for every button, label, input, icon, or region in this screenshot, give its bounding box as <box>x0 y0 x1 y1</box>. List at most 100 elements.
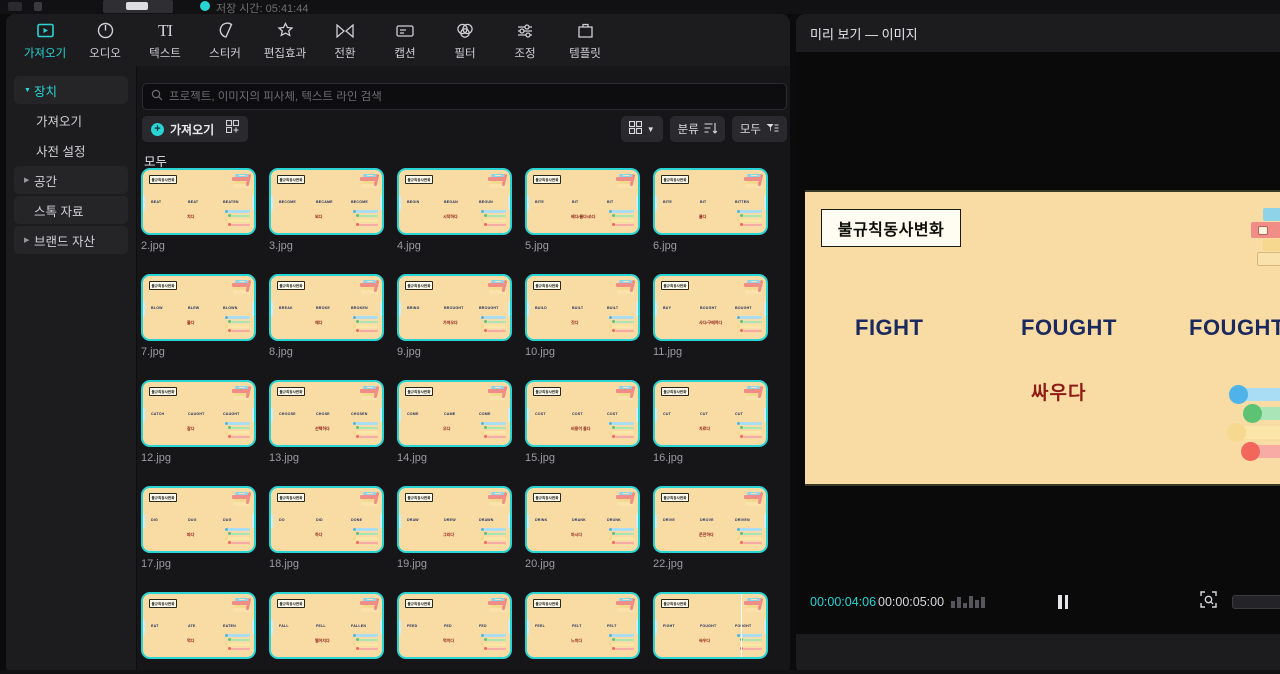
audio-levels-icon[interactable] <box>951 596 985 608</box>
slide-tab-right <box>636 408 638 422</box>
tab-effects[interactable]: 편집효과 <box>256 20 314 61</box>
slide-tab-left <box>399 514 401 528</box>
media-item[interactable]: 불규칙동사변화 FIGHT FOUGHT FOUGHT 싸우다 <box>653 592 772 664</box>
media-thumbnail[interactable]: 불규칙동사변화 CUT CUT CUT 자르다 <box>653 380 768 447</box>
sidebar-item-device[interactable]: ▼ 장치 <box>14 76 128 104</box>
media-item[interactable]: 불규칙동사변화 DRIVE DROVE DRIVEN 운전하다 22.jpg <box>653 486 772 570</box>
media-thumbnail[interactable]: 불규칙동사변화 FALL FELL FALLEN 떨어지다 <box>269 592 384 659</box>
thumb-books-icon <box>356 279 380 294</box>
media-item[interactable]: 불규칙동사변화 BITE BIT BITTEN 물다 6.jpg <box>653 168 772 252</box>
tab-template[interactable]: 템플릿 <box>556 20 614 61</box>
media-thumbnail[interactable]: 불규칙동사변화 COME CAME COME 오다 <box>397 380 512 447</box>
media-item[interactable]: 불규칙동사변화 CHOOSE CHOSE CHOSEN 선택하다 13.jpg <box>269 380 388 464</box>
media-thumbnail[interactable]: 불규칙동사변화 DRIVE DROVE DRIVEN 운전하다 <box>653 486 768 553</box>
preview-stage[interactable]: 불규칙동사변화 FIGHT FOUGHT FOUGHT 싸우다 00:00:04… <box>796 52 1280 634</box>
media-thumbnail[interactable]: 불규칙동사변화 DO DID DONE 하다 <box>269 486 384 553</box>
media-item[interactable]: 불규칙동사변화 BLOW BLEW BLOWN 불다 7.jpg <box>141 274 260 358</box>
media-item[interactable]: 불규칙동사변화 BREAK BROKE BROKEN 깨다 8.jpg <box>269 274 388 358</box>
sidebar-item-presets[interactable]: 사전 설정 <box>14 136 128 164</box>
import-button[interactable]: + 가져오기 <box>142 116 249 142</box>
media-item[interactable]: 불규칙동사변화 CATCH CAUGHT CAUGHT 잡다 12.jpg <box>141 380 260 464</box>
media-item[interactable]: 불규칙동사변화 DIG DUG DUG 파다 17.jpg <box>141 486 260 570</box>
media-item[interactable]: 불규칙동사변화 DRAW DREW DRAWN 그리다 19.jpg <box>397 486 516 570</box>
tab-import[interactable]: 가져오기 <box>16 20 74 61</box>
thumb-color-bars <box>737 315 763 333</box>
media-thumbnail[interactable]: 불규칙동사변화 BLOW BLEW BLOWN 불다 <box>141 274 256 341</box>
thumb-books-icon <box>228 597 252 612</box>
sidebar-item-import[interactable]: 가져오기 <box>14 106 128 134</box>
media-thumbnail[interactable]: 불규칙동사변화 BITE BIT BIT 베다/물다/쏘다 <box>525 168 640 235</box>
media-thumbnail[interactable]: 불규칙동사변화 COST COST COST 비용이 들다 <box>525 380 640 447</box>
thumb-title-box: 불규칙동사변화 <box>277 599 305 608</box>
tab-adjust[interactable]: 조정 <box>496 20 554 61</box>
sidebar-item-space[interactable]: ▶ 공간 <box>14 166 128 194</box>
search-bar[interactable] <box>142 83 787 110</box>
grid-add-icon[interactable] <box>226 119 240 138</box>
media-thumbnail[interactable]: 불규칙동사변화 BUILD BUILT BUILT 짓다 <box>525 274 640 341</box>
media-grid[interactable]: 불규칙동사변화 BEAT BEAT BEATEN 치다 2.jpg 불규칙동사변화 BECOM… <box>141 168 790 674</box>
media-thumbnail[interactable]: 불규칙동사변화 BECOME BECAME BECOME 되다 <box>269 168 384 235</box>
tab-caption[interactable]: 캡션 <box>376 20 434 61</box>
media-item[interactable]: 불규칙동사변화 DO DID DONE 하다 18.jpg <box>269 486 388 570</box>
caret-down-icon: ▼ <box>24 86 31 94</box>
transition-icon <box>336 20 354 42</box>
media-item[interactable]: 불규칙동사변화 COME CAME COME 오다 14.jpg <box>397 380 516 464</box>
media-thumbnail[interactable]: 불규칙동사변화 CHOOSE CHOSE CHOSEN 선택하다 <box>269 380 384 447</box>
media-thumbnail[interactable]: 불규칙동사변화 BEGIN BEGAN BEGUN 시작하다 <box>397 168 512 235</box>
thumb-color-bars <box>609 527 635 545</box>
tab-template-label: 템플릿 <box>569 47 601 60</box>
tab-filter[interactable]: 필터 <box>436 20 494 61</box>
filter-button[interactable]: 모두 <box>731 116 787 142</box>
media-thumbnail[interactable]: 불규칙동사변화 BITE BIT BITTEN 물다 <box>653 168 768 235</box>
thumb-title-box: 불규칙동사변화 <box>405 387 433 396</box>
media-item[interactable]: 불규칙동사변화 FEEL FELT FELT 느끼다 <box>525 592 644 664</box>
media-item[interactable]: 불규칙동사변화 BEGIN BEGAN BEGUN 시작하다 4.jpg <box>397 168 516 252</box>
slide-tab-left <box>271 408 273 422</box>
tab-text[interactable]: TI 텍스트 <box>136 20 194 61</box>
media-item[interactable]: 불규칙동사변화 EAT ATE EATEN 먹다 <box>141 592 260 664</box>
tab-audio[interactable]: 오디오 <box>76 20 134 61</box>
media-thumbnail[interactable]: 불규칙동사변화 EAT ATE EATEN 먹다 <box>141 592 256 659</box>
media-item[interactable]: 불규칙동사변화 CUT CUT CUT 자르다 16.jpg <box>653 380 772 464</box>
save-icon[interactable] <box>8 2 22 11</box>
media-thumbnail[interactable]: 불규칙동사변화 FIGHT FOUGHT FOUGHT 싸우다 <box>653 592 768 659</box>
tab-effects-label: 편집효과 <box>263 47 307 60</box>
view-mode-button[interactable]: ▼ <box>620 116 663 142</box>
media-item[interactable]: 불규칙동사변화 BECOME BECAME BECOME 되다 3.jpg <box>269 168 388 252</box>
media-thumbnail[interactable]: 불규칙동사변화 FEED FED FED 먹이다 <box>397 592 512 659</box>
media-thumbnail[interactable]: 불규칙동사변화 DIG DUG DUG 파다 <box>141 486 256 553</box>
media-item[interactable]: 불규칙동사변화 FALL FELL FALLEN 떨어지다 <box>269 592 388 664</box>
media-thumbnail[interactable]: 불규칙동사변화 FEEL FELT FELT 느끼다 <box>525 592 640 659</box>
media-thumbnail[interactable]: 불규칙동사변화 CATCH CAUGHT CAUGHT 잡다 <box>141 380 256 447</box>
search-input[interactable] <box>169 90 778 103</box>
media-filename: 20.jpg <box>525 558 555 570</box>
tab-transition[interactable]: 전환 <box>316 20 374 61</box>
preview-title: 미리 보기 — 이미지 <box>810 26 918 42</box>
slide-tab-right <box>252 408 254 422</box>
media-item[interactable]: 불규칙동사변화 COST COST COST 비용이 들다 15.jpg <box>525 380 644 464</box>
slide-tab-left <box>271 302 273 316</box>
media-item[interactable]: 불규칙동사변화 BUY BOUGHT BOUGHT 사다/구매하다 11.jpg <box>653 274 772 358</box>
pause-icon[interactable] <box>1058 595 1068 609</box>
sidebar-item-stock[interactable]: 스톡 자료 <box>14 196 128 224</box>
media-item[interactable]: 불규칙동사변화 FEED FED FED 먹이다 <box>397 592 516 664</box>
media-thumbnail[interactable]: 불규칙동사변화 BRING BROUGHT BROUGHT 가져오다 <box>397 274 512 341</box>
sidebar-item-brand[interactable]: ▶ 브랜드 자산 <box>14 226 128 254</box>
tab-sticker[interactable]: 스티커 <box>196 20 254 61</box>
media-thumbnail[interactable]: 불규칙동사변화 DRAW DREW DRAWN 그리다 <box>397 486 512 553</box>
media-item[interactable]: 불규칙동사변화 BRING BROUGHT BROUGHT 가져오다 9.jpg <box>397 274 516 358</box>
zoom-slider[interactable] <box>1232 595 1280 609</box>
sort-button[interactable]: 분류 <box>669 116 725 142</box>
add-icon[interactable] <box>34 2 42 11</box>
media-thumbnail[interactable]: 불규칙동사변화 BREAK BROKE BROKEN 깨다 <box>269 274 384 341</box>
media-item[interactable]: 불규칙동사변화 BUILD BUILT BUILT 짓다 10.jpg <box>525 274 644 358</box>
slide-tab-right <box>636 196 638 210</box>
media-item[interactable]: 불규칙동사변화 DRINK DRANK DRUNK 마시다 20.jpg <box>525 486 644 570</box>
media-thumbnail[interactable]: 불규칙동사변화 BEAT BEAT BEATEN 치다 <box>141 168 256 235</box>
media-item[interactable]: 불규칙동사변화 BEAT BEAT BEATEN 치다 2.jpg <box>141 168 260 252</box>
media-item[interactable]: 불규칙동사변화 BITE BIT BIT 베다/물다/쏘다 5.jpg <box>525 168 644 252</box>
media-thumbnail[interactable]: 불규칙동사변화 DRINK DRANK DRUNK 마시다 <box>525 486 640 553</box>
thumb-title-box: 불규칙동사변화 <box>533 599 561 608</box>
media-thumbnail[interactable]: 불규칙동사변화 BUY BOUGHT BOUGHT 사다/구매하다 <box>653 274 768 341</box>
fit-to-screen-icon[interactable] <box>1200 591 1217 613</box>
